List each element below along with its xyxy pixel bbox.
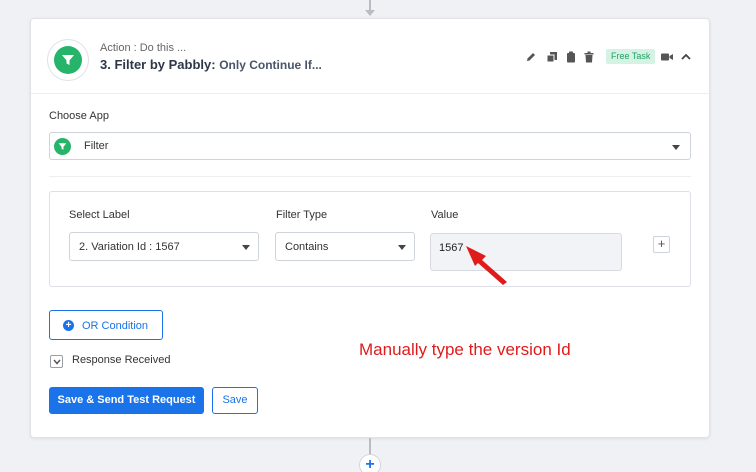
choose-app-label: Choose App (49, 110, 109, 122)
select-label-heading: Select Label (69, 209, 130, 221)
filter-condition-box: Select Label 2. Variation Id : 1567 Filt… (49, 191, 691, 287)
pencil-icon[interactable] (525, 51, 537, 63)
divider (49, 176, 691, 177)
value-input[interactable]: 1567 (430, 233, 622, 271)
free-task-badge: Free Task (606, 49, 656, 64)
action-label: Action : Do this ... (100, 42, 187, 54)
choose-app-value: Filter (84, 140, 109, 152)
filter-type-dropdown[interactable]: Contains (275, 232, 415, 261)
copy-icon[interactable] (546, 51, 558, 63)
choose-app-select[interactable]: Filter (49, 132, 691, 160)
step-header[interactable]: Action : Do this ... 3. Filter by Pabbly… (31, 19, 709, 94)
video-icon[interactable] (660, 51, 674, 63)
select-label-dropdown[interactable]: 2. Variation Id : 1567 (69, 232, 259, 261)
add-step-button[interactable]: + (359, 454, 381, 472)
filter-type-value: Contains (285, 241, 329, 253)
step-title-sub: Only Continue If... (219, 58, 322, 72)
filter-icon (54, 46, 82, 74)
step-title: 3. Filter by Pabbly: Only Continue If... (100, 57, 322, 72)
chevron-down-icon (242, 245, 250, 250)
response-received-label: Response Received (72, 354, 171, 366)
chevron-down-icon (398, 245, 406, 250)
add-condition-button[interactable]: + (653, 236, 670, 253)
step-card: Action : Do this ... 3. Filter by Pabbly… (30, 18, 710, 438)
response-received-toggle[interactable] (50, 355, 63, 368)
chevron-down-icon (672, 145, 680, 150)
chevron-up-icon[interactable] (680, 51, 692, 63)
or-condition-label: OR Condition (82, 320, 149, 332)
plus-circle-icon: + (63, 320, 74, 331)
filter-icon (54, 138, 71, 155)
select-label-value: 2. Variation Id : 1567 (79, 241, 180, 253)
annotation-arrow-icon (466, 246, 507, 285)
step-title-main: 3. Filter by Pabbly: (100, 57, 216, 72)
value-heading: Value (431, 209, 459, 221)
chevron-down-icon (53, 359, 61, 365)
annotation-text: Manually type the version Id (359, 340, 571, 359)
clipboard-icon[interactable] (565, 51, 577, 63)
save-button[interactable]: Save (212, 387, 258, 414)
trash-icon[interactable] (583, 51, 595, 63)
filter-type-heading: Filter Type (276, 209, 328, 221)
save-send-test-button[interactable]: Save & Send Test Request (49, 387, 204, 414)
connector-arrow-icon (365, 10, 375, 16)
app-icon-badge (47, 39, 89, 81)
or-condition-button[interactable]: + OR Condition (49, 310, 163, 340)
